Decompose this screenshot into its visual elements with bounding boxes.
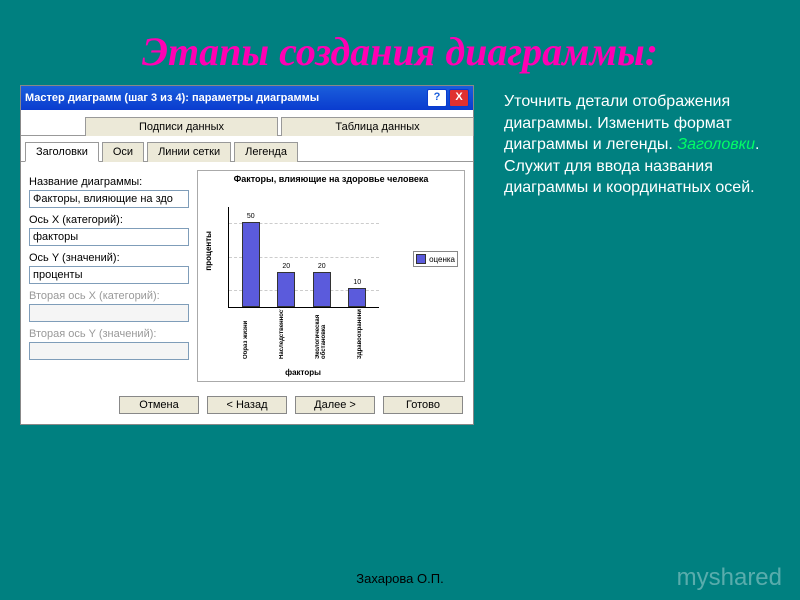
x-axis-label: Ось X (категорий): <box>29 214 189 226</box>
dialog-title: Мастер диаграмм (шаг 3 из 4): параметры … <box>25 92 319 104</box>
close-button[interactable]: X <box>449 89 469 107</box>
chart-preview: Факторы, влияющие на здоровье человека п… <box>197 170 465 382</box>
watermark: myshared <box>677 564 782 592</box>
titles-fields: Название диаграммы: Ось X (категорий): О… <box>29 170 189 382</box>
bar: 20 <box>313 272 331 307</box>
bar-value: 10 <box>349 279 365 286</box>
bar-value: 50 <box>243 213 259 220</box>
bar-value: 20 <box>278 263 294 270</box>
bar: 50 <box>242 222 260 307</box>
y-axis-input[interactable] <box>29 266 189 284</box>
wizard-dialog: Мастер диаграмм (шаг 3 из 4): параметры … <box>20 85 474 425</box>
chart-title-input[interactable] <box>29 190 189 208</box>
next-button[interactable]: Далее > <box>295 396 375 414</box>
back-button[interactable]: < Назад <box>207 396 287 414</box>
y2-axis-input <box>29 342 189 360</box>
titlebar: Мастер диаграмм (шаг 3 из 4): параметры … <box>21 86 473 110</box>
tab-gridlines[interactable]: Линии сетки <box>147 142 231 162</box>
tab-data-labels[interactable]: Подписи данных <box>85 117 278 136</box>
help-button[interactable]: ? <box>427 89 447 107</box>
explanation-text: Уточнить детали отображения диаграммы. И… <box>474 85 780 425</box>
x-axis-input[interactable] <box>29 228 189 246</box>
preview-legend: оценка <box>413 251 458 267</box>
y2-axis-label: Вторая ось Y (значений): <box>29 328 189 340</box>
x2-axis-input <box>29 304 189 322</box>
category-label: Здравоохранение <box>357 309 363 359</box>
chart-title-label: Название диаграммы: <box>29 176 189 188</box>
slide-title: Этапы создания диаграммы: <box>0 0 800 85</box>
preview-ylabel: проценты <box>204 231 213 271</box>
explain-highlight: Заголовки <box>677 136 755 153</box>
preview-xlabel: факторы <box>228 368 378 377</box>
preview-title: Факторы, влияющие на здоровье человека <box>200 175 462 185</box>
bar: 10 <box>348 288 366 307</box>
preview-chart-area: 50 20 20 10 <box>228 207 379 308</box>
tab-legend[interactable]: Легенда <box>234 142 298 162</box>
tab-axes[interactable]: Оси <box>102 142 144 162</box>
legend-swatch-icon <box>416 254 426 264</box>
bar-value: 20 <box>314 263 330 270</box>
y-axis-label: Ось Y (значений): <box>29 252 189 264</box>
legend-text: оценка <box>429 255 455 264</box>
category-label: Экологическая обстановка <box>315 309 327 359</box>
tab-data-table[interactable]: Таблица данных <box>281 117 474 136</box>
category-label: Наследственность <box>279 309 285 359</box>
tab-titles[interactable]: Заголовки <box>25 142 99 162</box>
category-label: Образ жизни <box>243 309 249 359</box>
x2-axis-label: Вторая ось X (категорий): <box>29 290 189 302</box>
finish-button[interactable]: Готово <box>383 396 463 414</box>
cancel-button[interactable]: Отмена <box>119 396 199 414</box>
bar: 20 <box>277 272 295 307</box>
